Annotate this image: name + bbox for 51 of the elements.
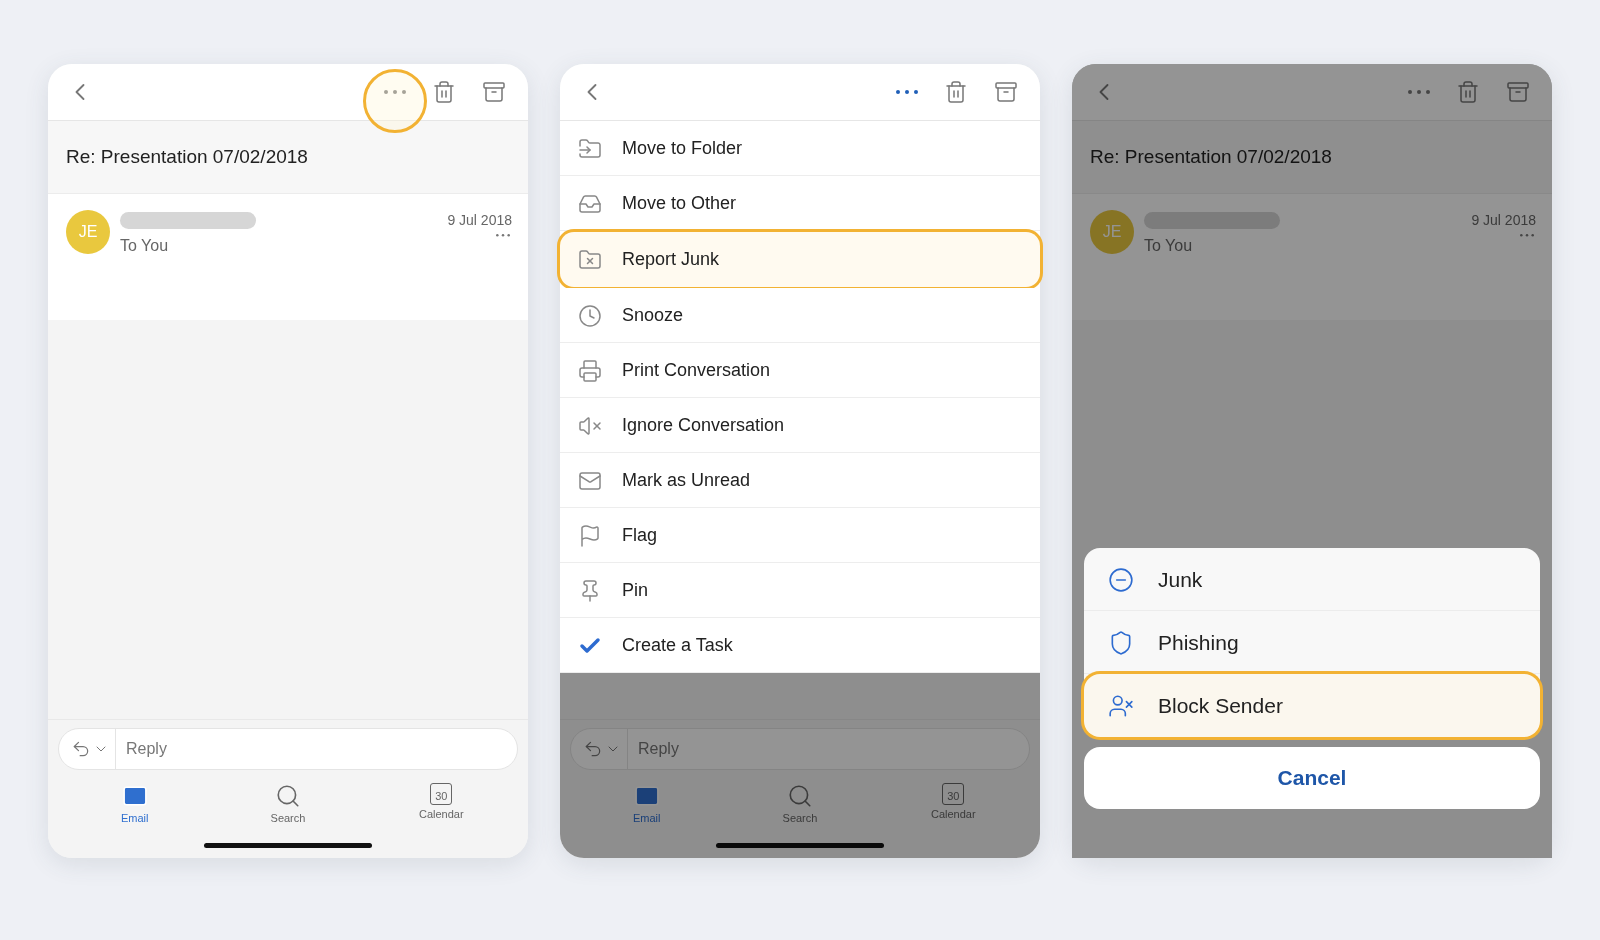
sheet-option[interactable]: Block Sender — [1084, 674, 1540, 737]
avatar: JE — [1090, 210, 1134, 254]
cancel-button[interactable]: Cancel — [1084, 747, 1540, 809]
calendar-icon: 30 — [942, 783, 965, 805]
message-date: 9 Jul 2018 — [447, 212, 512, 228]
reply-arrow-icon — [583, 739, 603, 759]
ellipsis-icon — [1408, 90, 1430, 94]
calendar-icon: 30 — [430, 783, 453, 805]
folder-cross-icon — [578, 247, 602, 272]
tab-bar-item[interactable]: Search — [243, 782, 333, 825]
folder-arrow-icon — [578, 136, 602, 161]
search-icon — [275, 783, 301, 809]
reply-bar[interactable]: Reply — [570, 728, 1030, 770]
ellipsis-icon — [384, 90, 406, 94]
clock-icon — [578, 303, 602, 328]
email-subject: Re: Presentation 07/02/2018 — [66, 146, 308, 168]
flag-icon — [578, 523, 602, 548]
reply-field[interactable]: Reply — [116, 740, 517, 758]
email-subject: Re: Presentation 07/02/2018 — [1090, 146, 1332, 168]
archive-box-icon — [482, 80, 506, 104]
avatar: JE — [66, 210, 110, 254]
recipient-text: To You — [1144, 237, 1194, 255]
trash-icon — [432, 80, 456, 104]
message-date: 9 Jul 2018 — [1471, 212, 1536, 228]
search-icon — [787, 783, 813, 809]
sheet-option[interactable]: Junk — [1084, 548, 1540, 611]
ellipsis-icon — [496, 234, 510, 237]
reply-bar[interactable]: Reply — [58, 728, 518, 770]
sheet-option[interactable]: Phishing — [1084, 611, 1540, 674]
tab-bar-item[interactable]: Search — [755, 782, 845, 825]
archive-box-icon — [994, 80, 1018, 104]
trash-icon — [1456, 80, 1480, 104]
reply-arrow-icon — [71, 739, 91, 759]
reply-field[interactable]: Reply — [628, 740, 1029, 758]
more-button[interactable] — [1406, 88, 1432, 96]
menu-item[interactable]: Snooze — [560, 288, 1040, 343]
printer-icon — [578, 358, 602, 383]
message-more-button[interactable] — [1518, 232, 1536, 239]
archive-box-icon — [1506, 80, 1530, 104]
user-block-icon — [1108, 692, 1134, 719]
tab-bar-item[interactable]: 30 Calendar — [908, 782, 999, 825]
menu-item[interactable]: Report Junk — [560, 232, 1040, 287]
minus-circle-icon — [1108, 566, 1134, 593]
recipient-text: To You — [120, 237, 170, 255]
more-button[interactable] — [894, 88, 920, 96]
ellipsis-icon — [1520, 234, 1534, 237]
tab-bar-item[interactable]: Email — [89, 782, 180, 825]
message-more-button[interactable] — [494, 232, 512, 239]
tab-bar-item[interactable]: 30 Calendar — [396, 782, 487, 825]
ellipsis-icon — [896, 90, 918, 94]
trash-icon — [944, 80, 968, 104]
